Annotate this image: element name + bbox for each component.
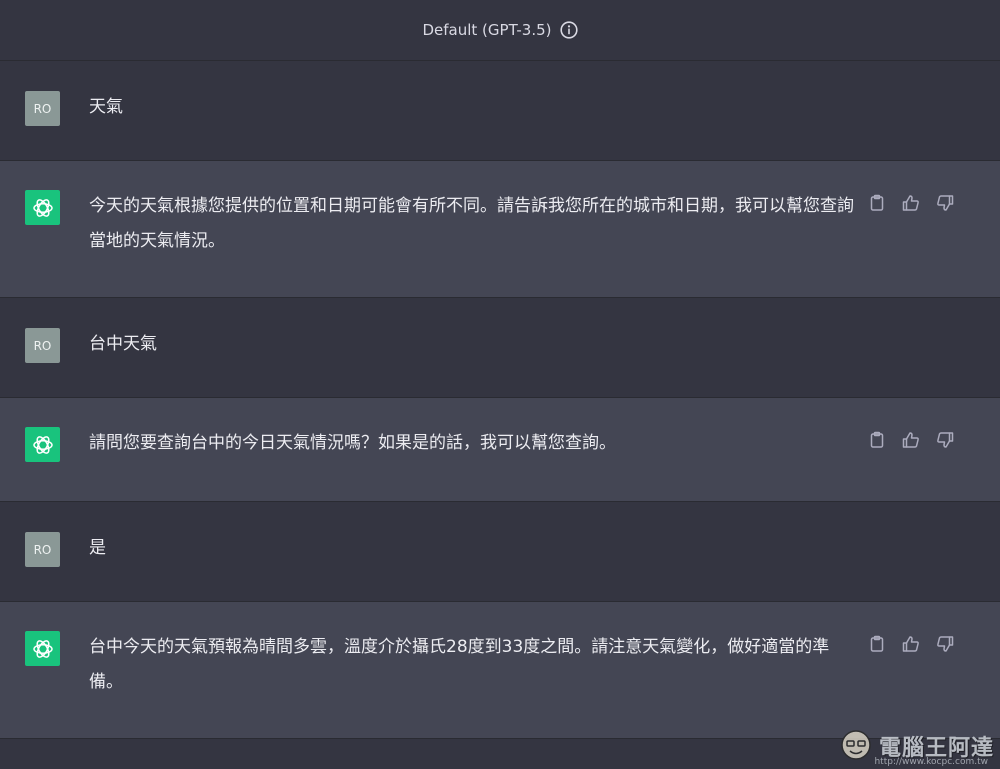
model-label: Default (GPT-3.5) xyxy=(422,21,552,39)
thumbs-up-icon[interactable] xyxy=(901,634,921,654)
thumbs-down-icon[interactable] xyxy=(935,193,955,213)
user-avatar: RO xyxy=(25,532,60,567)
assistant-message-row: 請問您要查詢台中的今日天氣情況嗎？如果是的話，我可以幫您查詢。 xyxy=(0,398,1000,502)
openai-logo-icon xyxy=(25,427,60,462)
watermark-url: http://www.kocpc.com.tw xyxy=(874,757,988,767)
mascot-icon xyxy=(839,727,873,765)
thumbs-up-icon[interactable] xyxy=(901,430,921,450)
assistant-message-row: 今天的天氣根據您提供的位置和日期可能會有所不同。請告訴我您所在的城市和日期，我可… xyxy=(0,161,1000,298)
message-actions xyxy=(867,634,955,654)
watermark: 電腦王阿達 http://www.kocpc.com.tw xyxy=(839,727,994,767)
user-message-text: 台中天氣 xyxy=(89,334,157,354)
user-message-text: 是 xyxy=(89,538,106,558)
clipboard-icon[interactable] xyxy=(867,634,887,654)
thumbs-up-icon[interactable] xyxy=(901,193,921,213)
message-actions xyxy=(867,430,955,450)
user-avatar: RO xyxy=(25,91,60,126)
openai-logo-icon xyxy=(25,631,60,666)
user-message-text: 天氣 xyxy=(89,97,123,117)
thumbs-down-icon[interactable] xyxy=(935,634,955,654)
user-message-row: RO 是 xyxy=(0,502,1000,602)
message-actions xyxy=(867,193,955,213)
assistant-message-text: 今天的天氣根據您提供的位置和日期可能會有所不同。請告訴我您所在的城市和日期，我可… xyxy=(89,196,854,251)
clipboard-icon[interactable] xyxy=(867,430,887,450)
chat-header: Default (GPT-3.5) xyxy=(0,0,1000,61)
thumbs-down-icon[interactable] xyxy=(935,430,955,450)
assistant-message-text: 請問您要查詢台中的今日天氣情況嗎？如果是的話，我可以幫您查詢。 xyxy=(89,433,616,453)
assistant-message-text: 台中今天的天氣預報為晴間多雲，溫度介於攝氏28度到33度之間。請注意天氣變化，做… xyxy=(89,637,830,692)
clipboard-icon[interactable] xyxy=(867,193,887,213)
openai-logo-icon xyxy=(25,190,60,225)
user-message-row: RO 天氣 xyxy=(0,61,1000,161)
info-icon[interactable] xyxy=(559,21,578,39)
assistant-message-row: 台中今天的天氣預報為晴間多雲，溫度介於攝氏28度到33度之間。請注意天氣變化，做… xyxy=(0,602,1000,739)
user-avatar: RO xyxy=(25,328,60,363)
user-message-row: RO 台中天氣 xyxy=(0,298,1000,398)
